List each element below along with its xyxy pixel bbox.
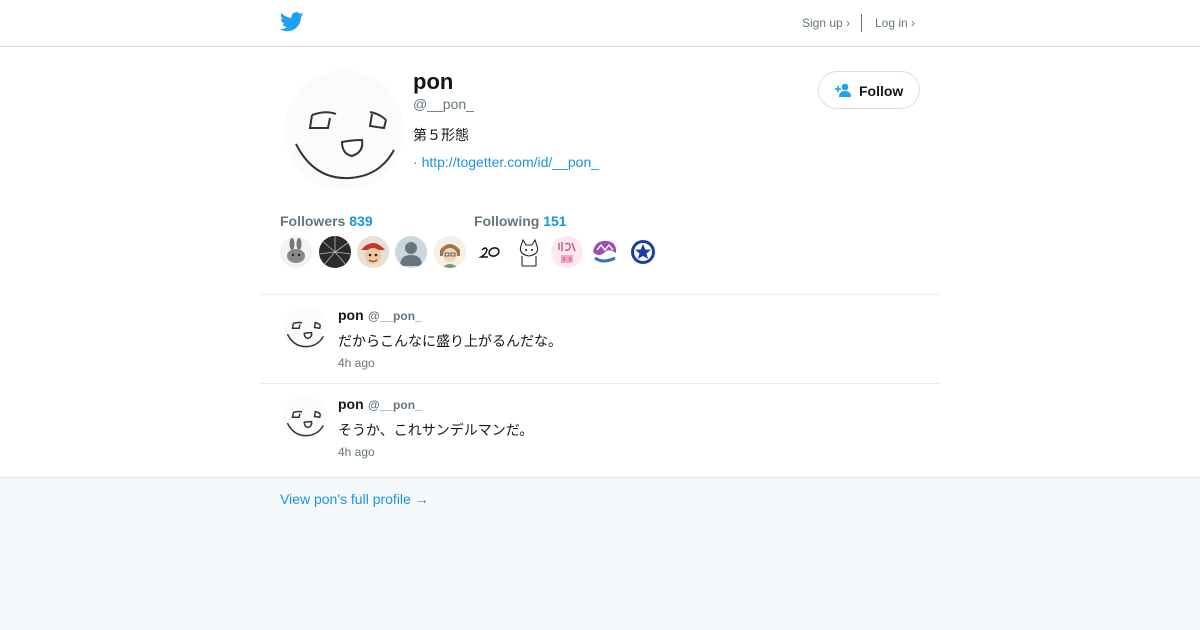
signup-link[interactable]: Sign up ›	[802, 16, 850, 30]
follower-avatar[interactable]	[319, 236, 351, 268]
cat-sketch-avatar-icon	[519, 238, 539, 267]
profile-name: pon	[413, 69, 454, 94]
anime-boy-avatar-icon	[440, 244, 460, 268]
tweet-author-name[interactable]: pon	[338, 307, 364, 323]
following-avatar[interactable]	[551, 236, 583, 268]
tweet-author-name[interactable]: pon	[338, 396, 364, 412]
followers-count: 839	[349, 213, 373, 229]
pink-kana-avatar-icon	[558, 242, 576, 263]
tweet-divider	[260, 383, 940, 384]
follow-button[interactable]: Follow	[818, 71, 920, 109]
followers-label: Followers	[280, 213, 346, 229]
top-bar: Sign up › Log in ›	[0, 0, 1200, 47]
following-avatar[interactable]	[513, 236, 545, 268]
profile-url-line: · http://togetter.com/id/__pon_	[413, 154, 599, 170]
profile-avatar[interactable]	[284, 70, 404, 190]
rabbit-avatar-icon	[287, 238, 305, 263]
profile-url-link[interactable]: http://togetter.com/id/__pon_	[422, 154, 599, 170]
shattered-glass-avatar-icon	[319, 236, 351, 267]
follower-avatar[interactable]	[357, 236, 389, 268]
profile-handle: @__pon_	[413, 96, 474, 112]
tweet-author-handle[interactable]: @__pon_	[368, 398, 422, 412]
following-stat[interactable]: Following 151	[474, 213, 567, 229]
tweet-timestamp[interactable]: 4h ago	[338, 445, 375, 459]
tweet-author-handle[interactable]: @__pon_	[368, 309, 422, 323]
full-profile-link[interactable]: View pon's full profile →	[280, 491, 429, 507]
add-user-icon	[835, 83, 851, 97]
following-avatar[interactable]	[589, 236, 621, 268]
url-prefix: ·	[413, 154, 418, 170]
face-drawing-image	[295, 111, 395, 180]
follower-avatar[interactable]	[280, 236, 312, 268]
followers-stat[interactable]: Followers 839	[280, 213, 373, 229]
following-label: Following	[474, 213, 540, 229]
tweet-text: そうか、これサンデルマンだ。	[338, 422, 534, 438]
nav-separator	[861, 14, 862, 32]
red-cap-character-avatar-icon	[361, 243, 385, 264]
profile-footer: View pon's full profile →	[0, 477, 1200, 630]
handwritten-logo-avatar-icon	[478, 247, 500, 258]
face-drawing-image	[286, 410, 324, 437]
twitter-bird-icon[interactable]	[280, 11, 304, 33]
following-avatar[interactable]	[627, 236, 659, 268]
profile-bio: 第５形態	[413, 127, 469, 143]
login-link[interactable]: Log in ›	[875, 16, 915, 30]
face-drawing-image	[286, 321, 324, 348]
tweet-text: だからこんなに盛り上がるんだな。	[338, 333, 562, 349]
pony-logo-avatar-icon	[593, 240, 617, 263]
section-divider	[260, 294, 940, 295]
following-avatar[interactable]	[474, 236, 506, 268]
tweet-avatar[interactable]	[283, 307, 327, 351]
star-emblem-avatar-icon	[631, 240, 655, 264]
tweet-timestamp[interactable]: 4h ago	[338, 356, 375, 370]
default-user-avatar-icon	[400, 242, 422, 266]
tweet-avatar[interactable]	[283, 396, 327, 440]
follow-label: Follow	[859, 83, 904, 99]
follower-avatar[interactable]	[395, 236, 427, 268]
follower-avatar[interactable]	[434, 236, 466, 268]
following-count: 151	[543, 213, 567, 229]
